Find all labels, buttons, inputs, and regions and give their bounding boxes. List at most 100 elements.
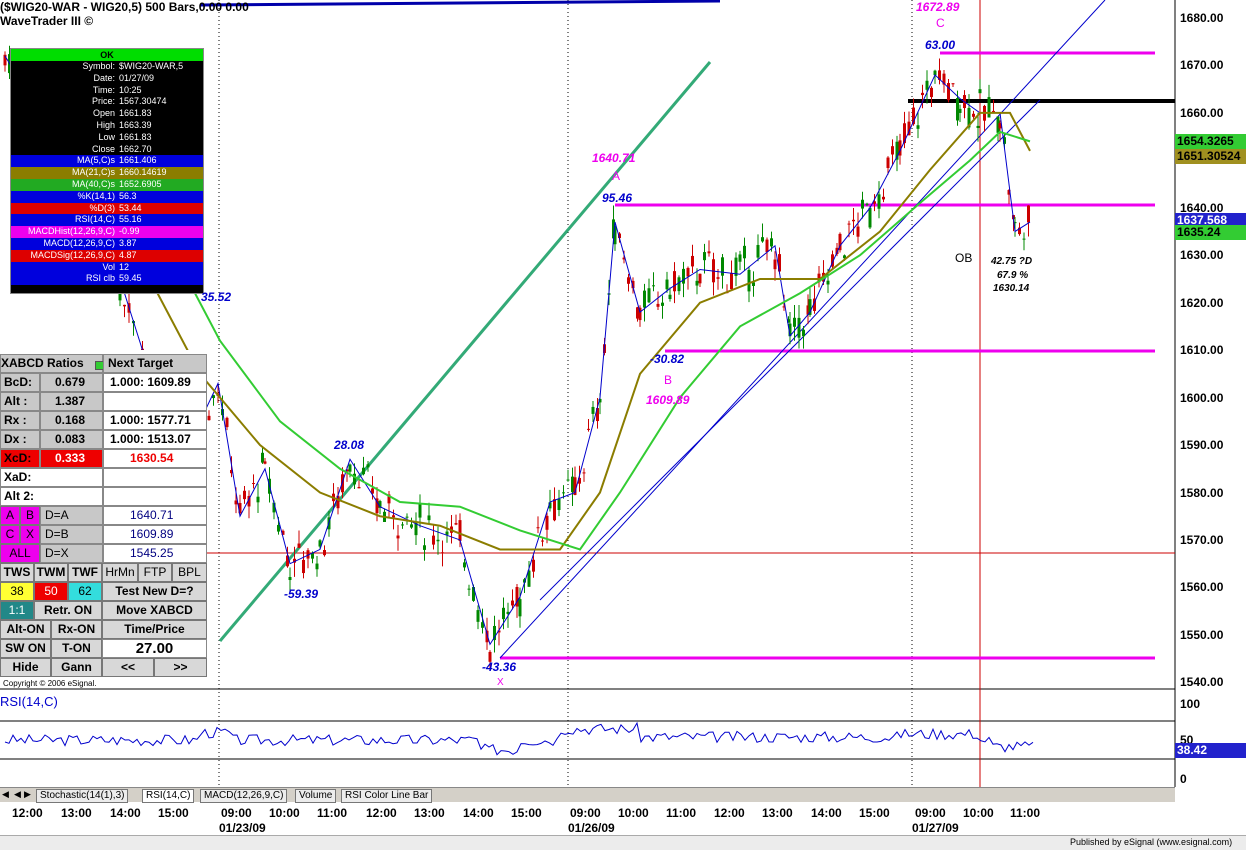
tab-volume[interactable]: Volume [295, 789, 337, 803]
candle-body [930, 87, 933, 98]
twf-button[interactable]: TWF [68, 563, 102, 582]
rx-label: Rx : [0, 411, 40, 430]
candle-body [868, 207, 872, 228]
bpl-button[interactable]: BPL [172, 563, 207, 582]
candle-body [297, 543, 301, 548]
candle-body [627, 277, 630, 284]
a-point-button[interactable]: A [0, 506, 20, 525]
fib-62-button[interactable]: 62 [68, 582, 102, 601]
b-price-label: 1609.89 [646, 393, 690, 407]
ftp-button[interactable]: FTP [138, 563, 172, 582]
move-xabcd-button[interactable]: Move XABCD [102, 601, 207, 620]
sw-on-button[interactable]: SW ON [0, 639, 51, 658]
data-window-value: 59.45 [119, 273, 142, 284]
data-window-row: RSI clb 59.45 [11, 273, 203, 286]
hrmn-button[interactable]: HrMn [102, 563, 138, 582]
alt-value: 1.387 [40, 392, 103, 411]
candle-body [793, 317, 796, 327]
t-on-button[interactable]: T-ON [51, 639, 102, 658]
candle-body [225, 417, 229, 428]
xcd-label: XcD: [0, 449, 40, 468]
scroll-left-small-icon[interactable]: ◀ [14, 789, 21, 800]
x-point-button[interactable]: X [20, 525, 40, 544]
candle-body [668, 294, 672, 300]
candle-body [1027, 205, 1030, 223]
data-window-label: Price: [91, 96, 115, 107]
candle-body [847, 223, 851, 225]
hide-button[interactable]: Hide [0, 658, 51, 677]
candle-body [773, 259, 777, 270]
twm-button[interactable]: TWM [34, 563, 68, 582]
ok-button[interactable]: OK [11, 49, 203, 61]
scroll-right-icon[interactable]: ▶ [24, 789, 31, 800]
candle-body [765, 239, 769, 253]
x-point-label: X [497, 677, 504, 688]
data-window-value: 1663.39 [119, 119, 152, 130]
alt-on-button[interactable]: Alt-ON [0, 620, 51, 639]
fib-50-button[interactable]: 50 [34, 582, 68, 601]
d-equals-a-label: D=A [40, 506, 103, 525]
price-tick-label: 1590.00 [1180, 438, 1224, 453]
data-window-value: 53.44 [119, 202, 142, 213]
candle-body [703, 252, 706, 261]
next-button[interactable]: >> [154, 658, 207, 677]
scroll-left-icon[interactable]: ◀ [2, 789, 9, 800]
price-tick-label: 1550.00 [1180, 627, 1224, 642]
tab-stochastic[interactable]: Stochastic(14(1),3) [36, 789, 129, 803]
data-window-label: MACDHist(12,26,9,C) [27, 226, 115, 237]
test-new-d-button[interactable]: Test New D=? [102, 582, 207, 601]
candle-body [921, 92, 924, 96]
candle-body [802, 329, 805, 337]
rsi-panel-title: RSI(14,C) [0, 694, 58, 709]
candle-body [302, 559, 305, 574]
status-bar [0, 835, 1246, 850]
rx-on-button[interactable]: Rx-ON [51, 620, 102, 639]
retr-on-button[interactable]: Retr. ON [34, 601, 102, 620]
candle-body [348, 464, 352, 472]
candle-body [976, 125, 980, 128]
time-price-button[interactable]: Time/Price [102, 620, 207, 639]
one-to-one-button[interactable]: 1:1 [0, 601, 34, 620]
candle-body [695, 280, 699, 286]
alt-label: Alt : [0, 392, 40, 411]
price-value-field[interactable]: 27.00 [102, 639, 207, 658]
data-window-label: RSI(14,C) [74, 214, 115, 225]
time-tick-label: 13:00 [61, 806, 92, 820]
all-points-button[interactable]: ALL [0, 544, 40, 563]
candle-body [441, 552, 444, 554]
data-window-row: Low 1661.83 [11, 131, 203, 144]
time-tick-label: 10:00 [618, 806, 649, 820]
tab-macd[interactable]: MACD(12,26,9,C) [200, 789, 288, 803]
price-value-box: 1651.30524 [1175, 149, 1246, 164]
wave-95-label: 95.46 [602, 191, 633, 205]
price-value-box: 1635.24 [1175, 225, 1246, 240]
c-point-button[interactable]: C [0, 525, 20, 544]
candle-body [476, 610, 480, 622]
data-window-row: MACDSig(12,26,9,C) 4.87 [11, 249, 203, 262]
candle-body [861, 199, 864, 209]
xad-target-empty [103, 468, 207, 487]
gann-button[interactable]: Gann [51, 658, 102, 677]
data-window[interactable]: OK Symbol: $WIG20-WAR,5 Date: 01/27/09 Time:… [10, 48, 204, 294]
b-point-button[interactable]: B [20, 506, 40, 525]
candle-body [978, 89, 982, 94]
candle-body [716, 277, 720, 279]
candle-body [756, 244, 760, 258]
price-tick-label: 1540.00 [1180, 675, 1224, 690]
data-window-value: 1662.70 [119, 143, 152, 154]
data-window-row: MACD(12,26,9,C) 3.87 [11, 237, 203, 250]
data-window-row: Vol 12 [11, 261, 203, 274]
data-window-value: 1661.83 [119, 131, 152, 142]
candle-body [463, 562, 466, 568]
tab-rsi-color-line-bar[interactable]: RSI Color Line Bar [341, 789, 433, 803]
candle-body [972, 113, 975, 117]
previous-button[interactable]: << [102, 658, 154, 677]
tws-button[interactable]: TWS [0, 563, 34, 582]
time-tick-label: 15:00 [158, 806, 189, 820]
b-point-label: B [664, 373, 673, 387]
fib-38-button[interactable]: 38 [0, 582, 34, 601]
candle-body [541, 540, 544, 542]
candle-body [747, 269, 751, 292]
tab-rsi[interactable]: RSI(14,C) [142, 789, 195, 803]
d-equals-b-label: D=B [40, 525, 103, 544]
